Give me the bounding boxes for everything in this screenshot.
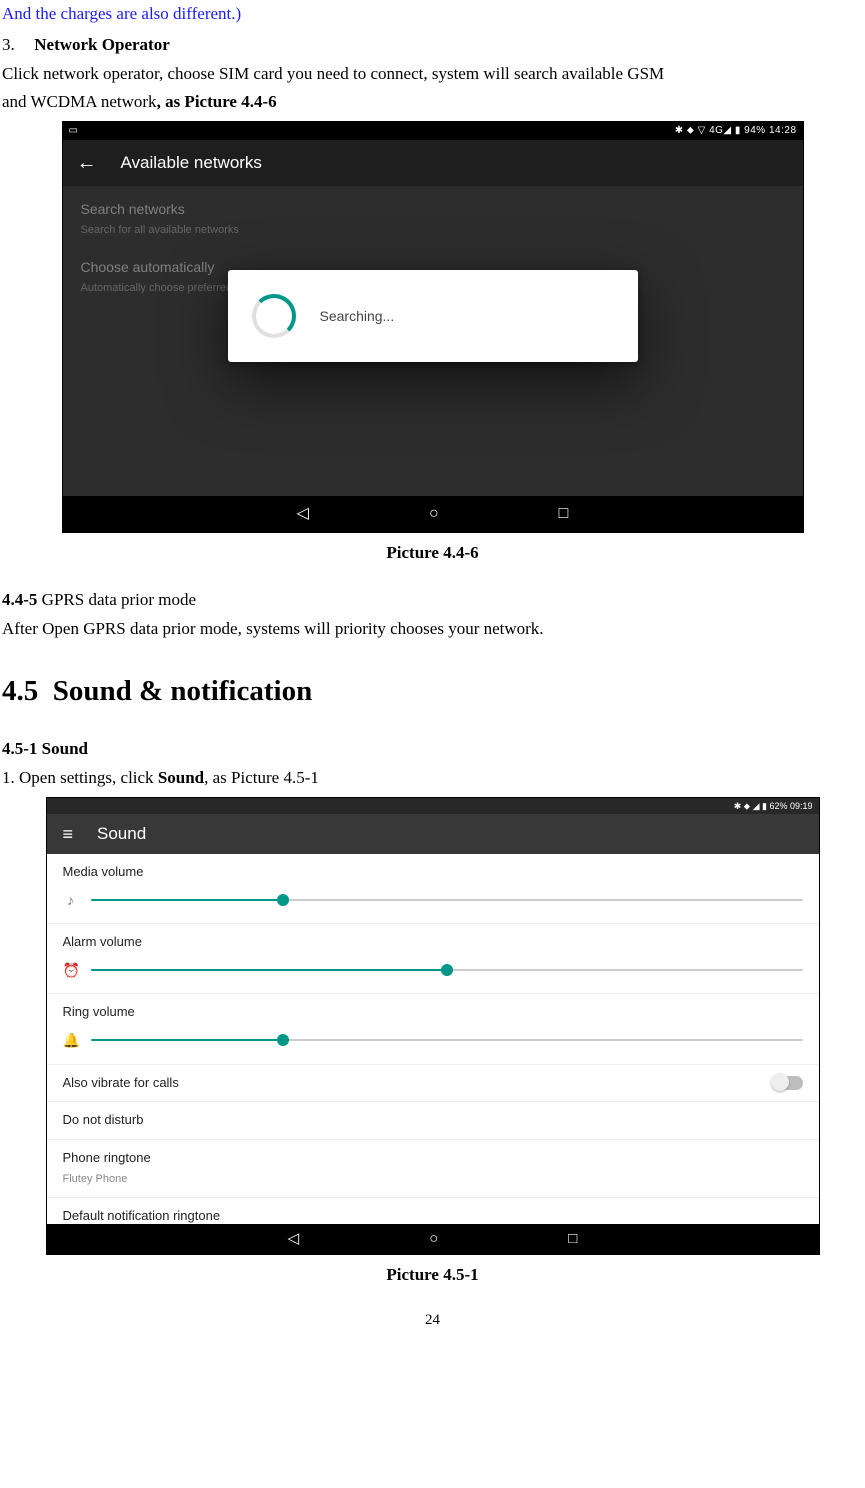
list-item: Search networks Search for all available… [63,186,803,244]
ring-volume-slider[interactable] [91,1039,803,1041]
charges-note: And the charges are also different.) [2,0,863,27]
android-nav-bar: ◁ ○ □ [63,496,803,532]
phone-ringtone-row[interactable]: Phone ringtone Flutey Phone [47,1140,819,1197]
settings-list: Media volume ♪ Alarm volume ⏰ [47,854,819,1255]
android-nav-bar: ◁ ○ □ [47,1224,819,1254]
status-indicators: ✱ ⬥ ◢ ▮ 62% 09:19 [734,799,813,813]
media-volume-slider[interactable] [91,899,803,901]
page-number: 24 [2,1308,863,1332]
screenshot-available-networks: ▭ ✱ ⬥ ▽ 4G◢ ▮ 94% 14:28 ← Available netw… [62,121,804,533]
media-volume-row: Media volume ♪ [47,854,819,924]
alarm-clock-icon: ⏰ [63,959,79,981]
nav-home-icon[interactable]: ○ [429,501,439,527]
list-title: Network Operator [34,35,170,54]
ring-volume-row: Ring volume 🔔 [47,994,819,1064]
progress-spinner-icon [252,294,296,338]
screen-title: Sound [97,820,146,847]
document-page: And the charges are also different.) 3. … [0,0,865,1352]
picture-caption-4-4-6: Picture 4.4-6 [2,539,863,566]
list-number: 3. [2,31,30,58]
menu-icon[interactable]: ≡ [63,820,72,849]
screenshot-sound-settings: ✱ ⬥ ◢ ▮ 62% 09:19 ≡ Sound Media volume ♪… [46,797,820,1255]
gprs-heading: 4.4-5 GPRS data prior mode [2,586,863,613]
screen-title-bar: ≡ Sound [47,814,819,854]
searching-dialog: Searching... [228,270,638,362]
picture-caption-4-5-1: Picture 4.5-1 [2,1261,863,1288]
subheading-4-5-1: 4.5-1 Sound [2,735,863,762]
dialog-message: Searching... [320,305,395,327]
nav-back-icon[interactable]: ◁ [288,1227,300,1251]
network-operator-paragraph: Click network operator, choose SIM card … [2,60,863,114]
do-not-disturb-row[interactable]: Do not disturb [47,1102,819,1140]
nav-recent-icon[interactable]: □ [559,501,569,527]
vibrate-for-calls-row[interactable]: Also vibrate for calls [47,1065,819,1103]
list-item-3: 3. Network Operator [2,31,863,58]
status-indicators: ✱ ⬥ ▽ 4G◢ ▮ 94% 14:28 [675,123,797,139]
heading-4-5: 4.5 Sound & notification [2,668,863,714]
android-status-bar: ▭ ✱ ⬥ ▽ 4G◢ ▮ 94% 14:28 [63,122,803,140]
alarm-volume-slider[interactable] [91,969,803,971]
screen-title-bar: ← Available networks [63,140,803,186]
bell-icon: 🔔 [63,1029,79,1051]
open-sound-paragraph: 1. Open settings, click Sound, as Pictur… [2,764,863,791]
gallery-icon: ▭ [69,123,78,139]
nav-home-icon[interactable]: ○ [429,1227,438,1251]
vibrate-toggle[interactable] [773,1076,803,1090]
music-note-icon: ♪ [63,889,79,911]
android-status-bar: ✱ ⬥ ◢ ▮ 62% 09:19 [47,798,819,814]
alarm-volume-row: Alarm volume ⏰ [47,924,819,994]
nav-back-icon[interactable]: ◁ [297,501,309,527]
gprs-paragraph: After Open GPRS data prior mode, systems… [2,615,863,642]
back-icon[interactable]: ← [77,147,97,179]
screen-title: Available networks [121,149,262,176]
nav-recent-icon[interactable]: □ [568,1227,577,1251]
